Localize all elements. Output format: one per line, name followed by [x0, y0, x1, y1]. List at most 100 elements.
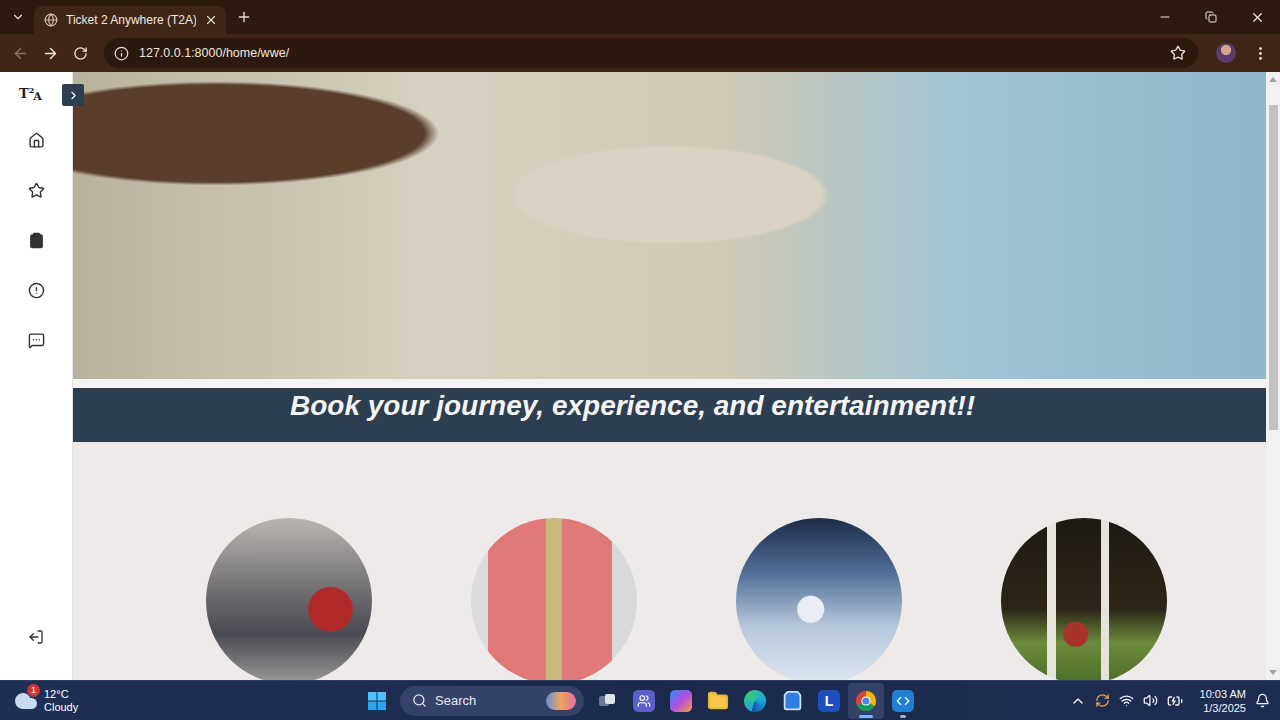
start-button[interactable]	[359, 683, 395, 719]
restore-button[interactable]	[1188, 0, 1234, 34]
info-icon	[114, 46, 129, 61]
main-content: Book your journey, experience, and enter…	[73, 72, 1266, 680]
system-tray: 10:03 AM1/3/2025	[921, 687, 1280, 715]
taskbar-center: Search L	[359, 683, 921, 719]
running-indicator	[859, 715, 873, 718]
chevron-down-icon	[11, 10, 25, 24]
logout-icon	[28, 629, 44, 645]
edge-icon	[744, 690, 766, 712]
running-indicator	[900, 715, 906, 718]
banner: Book your journey, experience, and enter…	[73, 388, 1266, 442]
logout-button[interactable]	[0, 625, 72, 649]
cricket-card[interactable]	[1001, 518, 1167, 680]
tab-title: Ticket 2 Anywhere (T2A)	[66, 13, 196, 27]
address-bar[interactable]: 127.0.0.1:8000/home/wwe/	[104, 38, 1198, 68]
chevron-up-icon[interactable]	[1070, 693, 1086, 709]
address-text: 127.0.0.1:8000/home/wwe/	[139, 46, 1160, 60]
forward-button[interactable]	[36, 39, 64, 67]
taskbar-app[interactable]	[626, 683, 662, 719]
search-highlight-icon	[546, 692, 576, 710]
store-icon	[782, 690, 803, 711]
windows-logo-icon	[367, 691, 387, 711]
home-icon	[28, 132, 45, 149]
bookings-icon	[28, 232, 45, 249]
scroll-thumb[interactable]	[1269, 105, 1278, 430]
browser-tab[interactable]: Ticket 2 Anywhere (T2A)	[34, 6, 226, 34]
restore-icon	[1205, 11, 1217, 23]
volume-icon[interactable]	[1143, 693, 1158, 708]
reload-icon	[73, 46, 88, 61]
search-icon	[412, 693, 427, 708]
category-row	[73, 442, 1266, 680]
chrome-icon	[855, 690, 877, 712]
sidebar-item[interactable]	[0, 215, 72, 265]
taskbar-app[interactable]	[774, 683, 810, 719]
folder-icon	[707, 690, 729, 712]
window-controls	[1142, 0, 1280, 34]
tab-search-button[interactable]	[6, 5, 30, 29]
sync-icon[interactable]	[1095, 693, 1110, 708]
favorites-icon	[28, 182, 45, 199]
taskbar-app[interactable]	[663, 683, 699, 719]
bus-card[interactable]	[206, 518, 372, 680]
web-page: T2A Book your journey, experience, and en…	[0, 72, 1280, 680]
taskbar-app[interactable]: L	[811, 683, 847, 719]
chevron-right-icon	[67, 89, 80, 102]
teams-icon	[633, 690, 655, 712]
app-letter-icon: L	[818, 690, 840, 712]
new-tab-button[interactable]	[232, 5, 256, 29]
taskbar: 112°CCloudySearchL10:03 AM1/3/2025	[0, 680, 1280, 720]
tab-strip: Ticket 2 Anywhere (T2A)	[0, 0, 1280, 34]
browser-toolbar: 127.0.0.1:8000/home/wwe/	[0, 34, 1280, 72]
arrow-right-icon	[42, 45, 59, 62]
sidebar-item[interactable]	[0, 115, 72, 165]
menu-button[interactable]	[1246, 39, 1274, 67]
profile-avatar[interactable]	[1216, 43, 1236, 63]
scroll-up-icon[interactable]	[1269, 77, 1277, 82]
battery-icon[interactable]	[1167, 693, 1183, 709]
sidebar-item[interactable]	[0, 315, 72, 365]
weather-widget[interactable]: 112°CCloudy	[0, 688, 359, 714]
wifi-icon[interactable]	[1119, 693, 1134, 708]
copilot-icon	[670, 690, 692, 712]
notification-bell-icon[interactable]	[1255, 693, 1270, 708]
weather: 1	[14, 689, 38, 713]
plus-icon	[236, 9, 252, 25]
hero-image	[73, 72, 1266, 379]
back-button[interactable]	[6, 39, 34, 67]
scrollbar[interactable]	[1266, 72, 1280, 680]
notification-badge: 1	[27, 684, 40, 697]
more-vertical-icon	[1252, 45, 1269, 62]
taskbar-app[interactable]	[700, 683, 736, 719]
scroll-down-icon[interactable]	[1269, 670, 1277, 675]
train-card[interactable]	[471, 518, 637, 680]
globe-icon	[44, 13, 58, 27]
arrow-left-icon	[12, 45, 29, 62]
plane-card[interactable]	[736, 518, 902, 680]
sidebar-item[interactable]	[0, 165, 72, 215]
taskbar-search[interactable]: Search	[400, 686, 584, 716]
task-view-icon	[597, 691, 617, 711]
close-icon	[1250, 10, 1265, 25]
taskbar-app[interactable]	[885, 683, 921, 719]
search-placeholder: Search	[435, 693, 476, 708]
sidebar-toggle[interactable]	[62, 84, 84, 106]
bookmark-star-icon[interactable]	[1170, 45, 1186, 61]
reload-button[interactable]	[66, 39, 94, 67]
clock[interactable]: 10:03 AM1/3/2025	[1200, 687, 1246, 715]
weather-text: 12°CCloudy	[44, 688, 78, 714]
taskbar-app[interactable]	[848, 683, 884, 719]
sidebar-nav	[0, 115, 72, 365]
feedback-icon	[28, 332, 45, 349]
close-window-button[interactable]	[1234, 0, 1280, 34]
sidebar-item[interactable]	[0, 265, 72, 315]
banner-text: Book your journey, experience, and enter…	[290, 389, 1266, 423]
taskbar-app[interactable]	[737, 683, 773, 719]
desktop: Ticket 2 Anywhere (T2A) 127.0.0.1:8000/ho…	[0, 0, 1280, 720]
about-icon	[28, 282, 45, 299]
sidebar: T2A	[0, 72, 73, 680]
minimize-button[interactable]	[1142, 0, 1188, 34]
minimize-icon	[1158, 10, 1172, 24]
taskbar-app[interactable]	[589, 683, 625, 719]
close-icon[interactable]	[204, 13, 218, 27]
